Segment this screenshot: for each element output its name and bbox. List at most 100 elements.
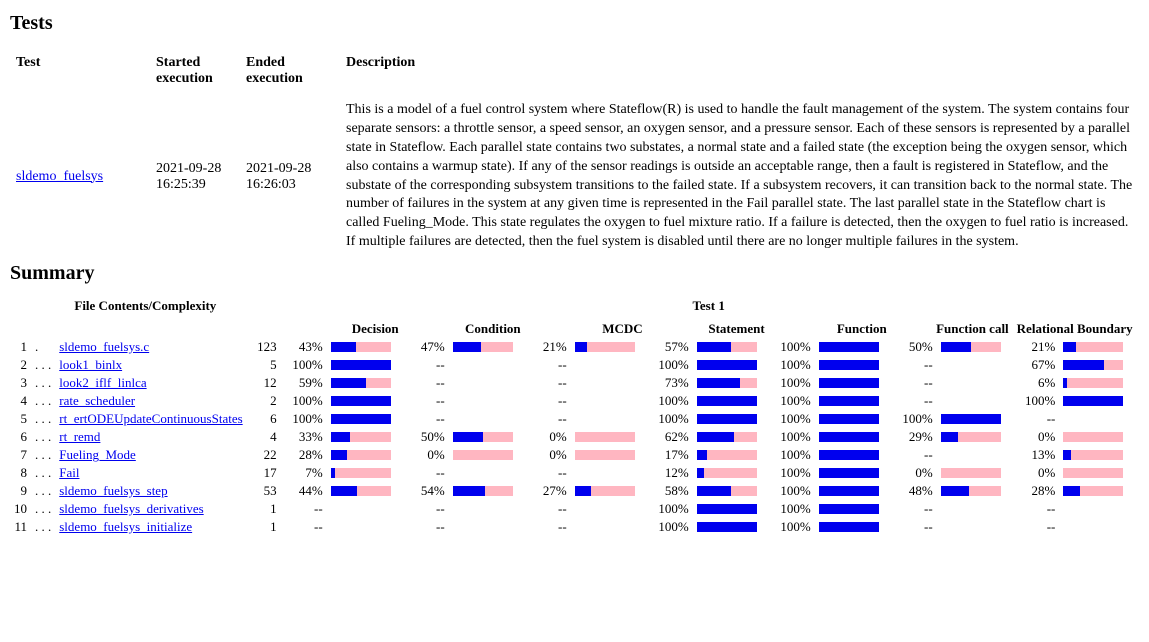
metric-percent: 100%	[769, 518, 815, 536]
metric-bar	[449, 446, 525, 464]
file-link[interactable]: sldemo_fuelsys_step	[59, 483, 167, 498]
complexity-value: 12	[247, 374, 281, 392]
row-dots: . . .	[31, 500, 55, 518]
row-dots: . . .	[31, 428, 55, 446]
th-file-complexity: File Contents/Complexity	[10, 297, 281, 320]
summary-row: 8. . .Fail177%----12%100%0%0%	[10, 464, 1137, 482]
file-link[interactable]: look1_binlx	[59, 357, 122, 372]
metric-bar	[571, 500, 647, 518]
th-ended: Ended execution	[240, 47, 340, 95]
metric-percent: 100%	[647, 410, 693, 428]
metric-percent: 0%	[403, 446, 449, 464]
metric-bar	[327, 374, 403, 392]
tests-row: sldemo_fuelsys 2021-09-28 16:25:39 2021-…	[10, 95, 1139, 258]
file-link[interactable]: rt_ertODEUpdateContinuousStates	[59, 411, 242, 426]
metric-percent: 62%	[647, 428, 693, 446]
metric-percent: --	[891, 356, 937, 374]
summary-row: 5. . .rt_ertODEUpdateContinuousStates610…	[10, 410, 1137, 428]
metric-percent: 21%	[1013, 338, 1060, 356]
metric-percent: 100%	[647, 392, 693, 410]
metric-bar	[327, 482, 403, 500]
file-link[interactable]: rate_scheduler	[59, 393, 135, 408]
row-index: 7	[10, 446, 31, 464]
file-link[interactable]: rt_remd	[59, 429, 100, 444]
row-index: 8	[10, 464, 31, 482]
metric-bar	[571, 446, 647, 464]
metric-bar	[937, 374, 1013, 392]
metric-bar	[693, 446, 769, 464]
row-index: 9	[10, 482, 31, 500]
complexity-value: 6	[247, 410, 281, 428]
metric-bar	[815, 356, 891, 374]
metric-bar	[449, 518, 525, 536]
metric-bar	[937, 392, 1013, 410]
metric-percent: 54%	[403, 482, 449, 500]
complexity-value: 17	[247, 464, 281, 482]
metric-bar	[571, 518, 647, 536]
complexity-value: 53	[247, 482, 281, 500]
metric-percent: --	[891, 518, 937, 536]
summary-heading: Summary	[10, 262, 1139, 285]
metric-bar	[449, 338, 525, 356]
metric-bar	[449, 464, 525, 482]
summary-row: 3. . .look2_iflf_linlca1259%----73%100%-…	[10, 374, 1137, 392]
tests-heading: Tests	[10, 12, 1139, 35]
metric-bar	[327, 392, 403, 410]
metric-bar	[693, 428, 769, 446]
metric-bar	[815, 338, 891, 356]
metric-percent: 100%	[769, 392, 815, 410]
metric-bar	[571, 392, 647, 410]
metric-bar	[937, 500, 1013, 518]
metric-percent: --	[403, 374, 449, 392]
metric-bar	[693, 464, 769, 482]
row-dots: . . .	[31, 410, 55, 428]
file-link[interactable]: sldemo_fuelsys.c	[59, 339, 149, 354]
metric-bar	[571, 410, 647, 428]
metric-percent: --	[525, 464, 571, 482]
metric-percent: 100%	[281, 392, 327, 410]
row-dots: . . .	[31, 392, 55, 410]
complexity-value: 22	[247, 446, 281, 464]
metric-percent: 100%	[769, 500, 815, 518]
th-test: Test	[10, 47, 150, 95]
row-index: 4	[10, 392, 31, 410]
metric-percent: 100%	[647, 518, 693, 536]
test-started: 2021-09-28 16:25:39	[150, 95, 240, 258]
file-link[interactable]: sldemo_fuelsys_initialize	[59, 519, 192, 534]
metric-bar	[327, 428, 403, 446]
metric-percent: 21%	[525, 338, 571, 356]
metric-percent: 28%	[281, 446, 327, 464]
row-index: 3	[10, 374, 31, 392]
summary-row: 4. . .rate_scheduler2100%----100%100%--1…	[10, 392, 1137, 410]
test-link[interactable]: sldemo_fuelsys	[16, 169, 103, 184]
metric-percent: 28%	[1013, 482, 1060, 500]
th-metric: Condition	[403, 320, 525, 338]
metric-percent: --	[525, 500, 571, 518]
metric-percent: 6%	[1013, 374, 1060, 392]
metric-percent: 7%	[281, 464, 327, 482]
metric-percent: --	[403, 518, 449, 536]
metric-bar	[693, 500, 769, 518]
file-link[interactable]: sldemo_fuelsys_derivatives	[59, 501, 203, 516]
row-index: 11	[10, 518, 31, 536]
metric-percent: --	[891, 392, 937, 410]
metric-percent: 57%	[647, 338, 693, 356]
metric-bar	[815, 374, 891, 392]
row-dots: .	[31, 338, 55, 356]
file-link[interactable]: Fueling_Mode	[59, 447, 136, 462]
metric-bar	[449, 500, 525, 518]
file-link[interactable]: look2_iflf_linlca	[59, 375, 146, 390]
th-started: Started execution	[150, 47, 240, 95]
metric-bar	[449, 356, 525, 374]
complexity-value: 2	[247, 392, 281, 410]
metric-bar	[1059, 500, 1136, 518]
metric-percent: 0%	[1013, 428, 1060, 446]
th-metric: MCDC	[525, 320, 647, 338]
metric-percent: 100%	[647, 500, 693, 518]
metric-percent: 27%	[525, 482, 571, 500]
file-link[interactable]: Fail	[59, 465, 79, 480]
metric-bar	[449, 410, 525, 428]
metric-percent: --	[403, 500, 449, 518]
metric-percent: 0%	[1013, 464, 1060, 482]
metric-bar	[571, 482, 647, 500]
